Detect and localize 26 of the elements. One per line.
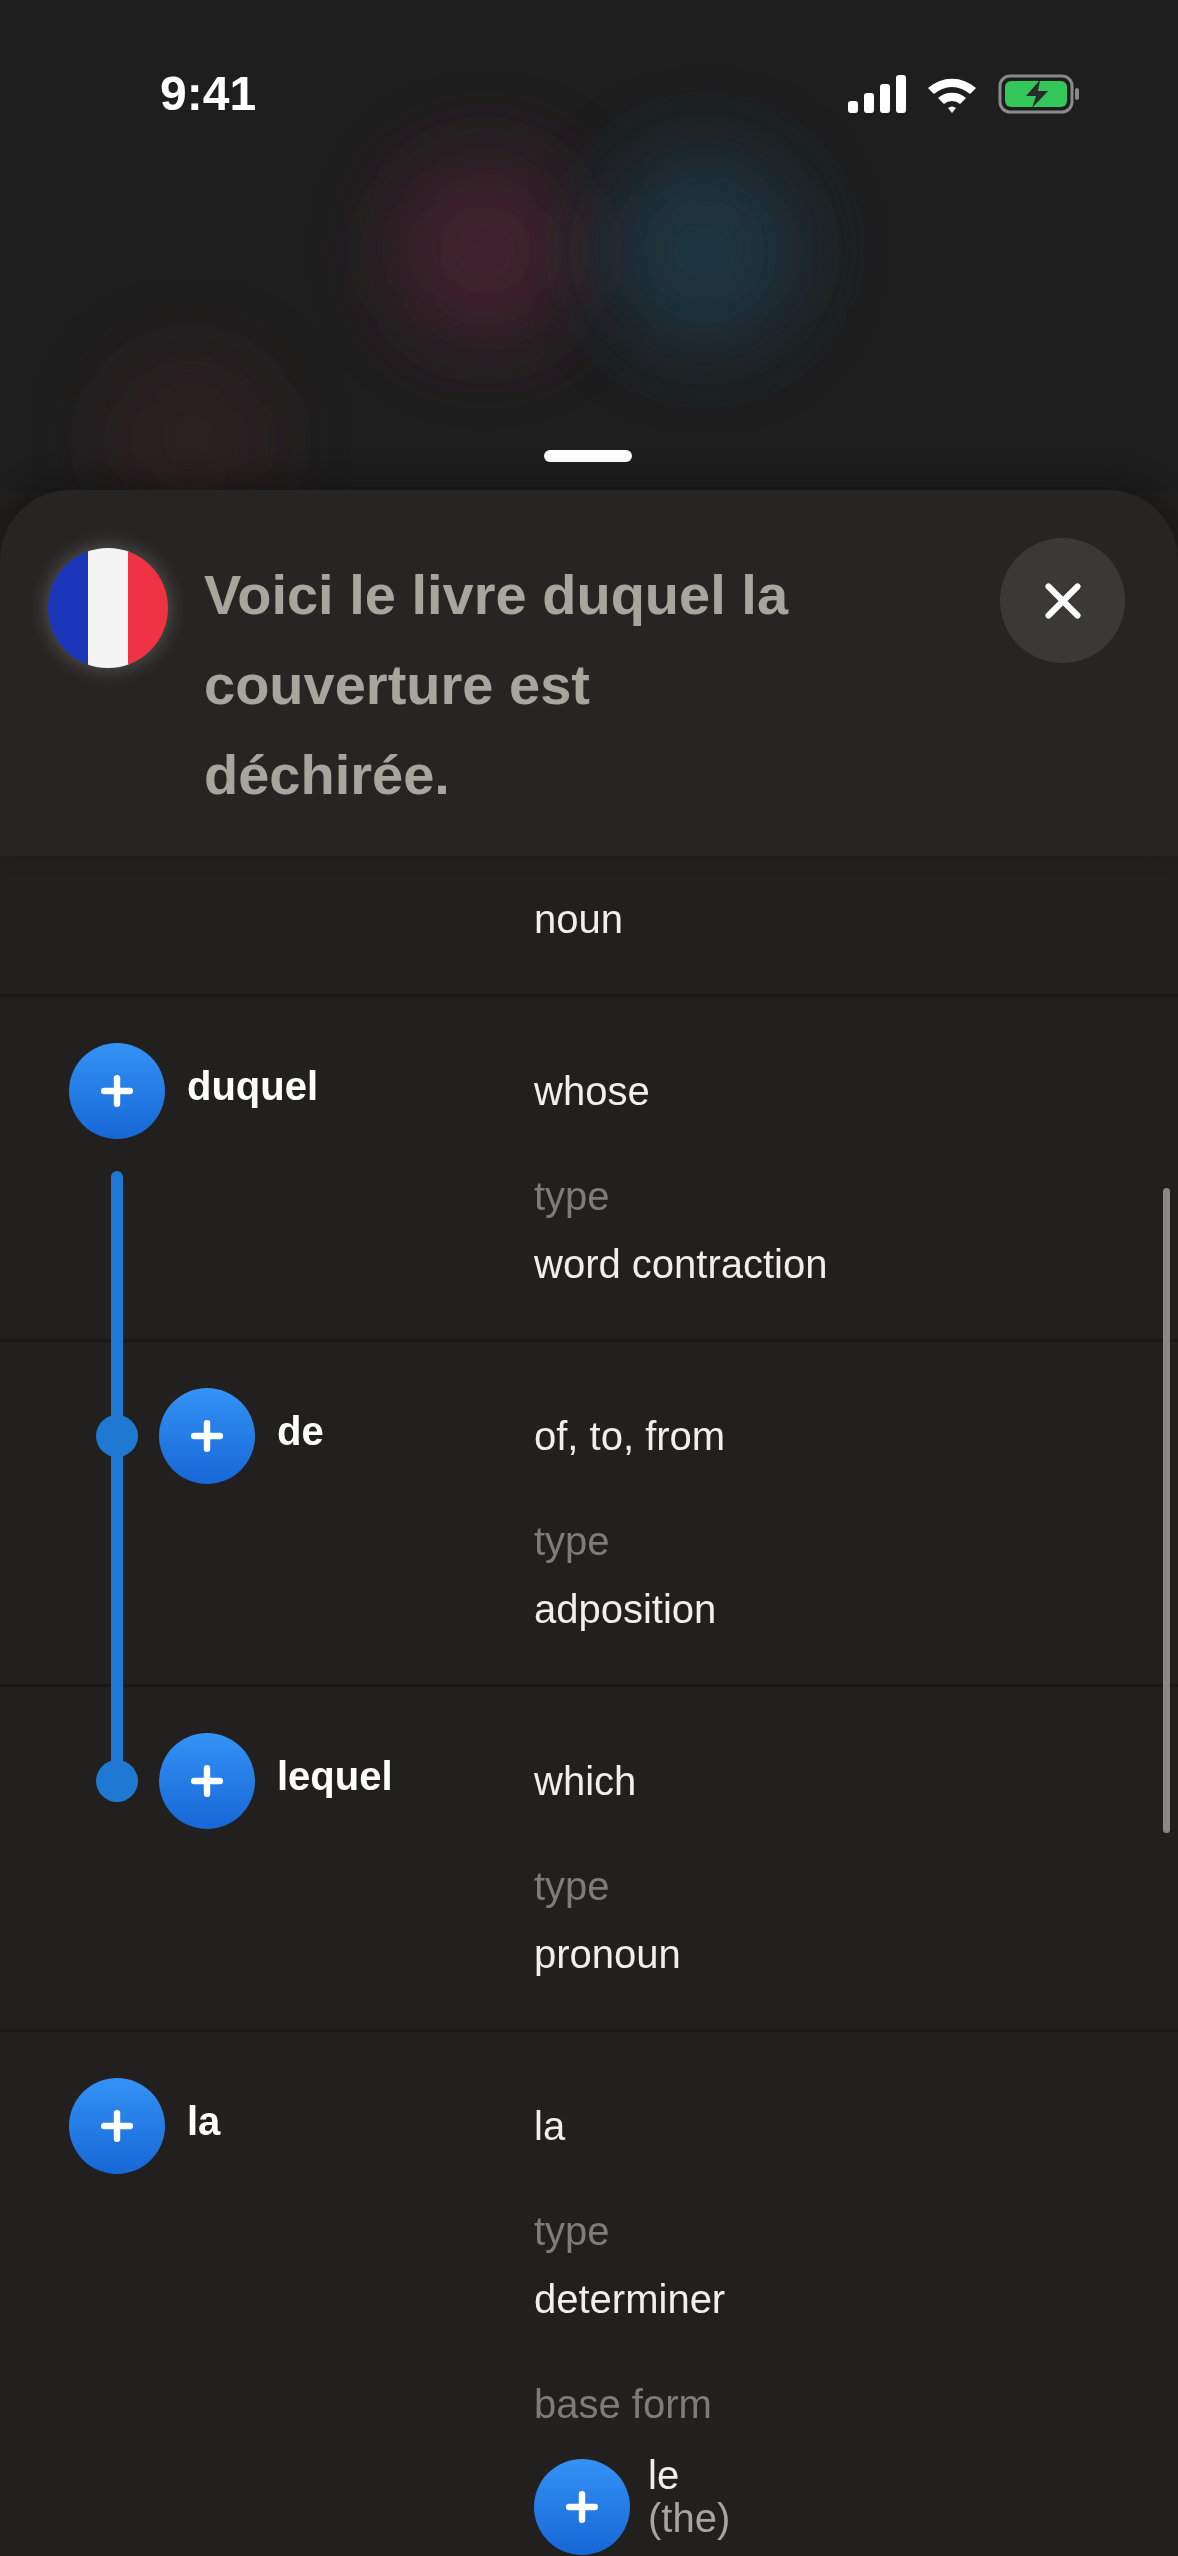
field-value: pronoun	[534, 1932, 681, 1976]
word-meaning: which	[534, 1758, 638, 1805]
sheet-handle[interactable]	[544, 450, 632, 462]
scrollbar[interactable]	[1163, 1188, 1170, 1833]
battery-charging-icon	[998, 74, 1080, 114]
field-value: word contraction	[534, 1242, 828, 1286]
word-label: la	[187, 2098, 221, 2145]
signal-icon	[848, 75, 906, 113]
word-meaning: of, to, from	[534, 1413, 726, 1460]
word-label: de	[277, 1408, 324, 1455]
field-label: type	[534, 1519, 611, 1563]
field-label: type	[534, 1174, 611, 1218]
word-label: duquel	[187, 1063, 319, 1110]
word-meaning: whose	[534, 1068, 651, 1115]
sentence-text: Voici le livre duquel la couverture est déchirée.	[204, 562, 790, 808]
field-label: type	[534, 1864, 611, 1908]
field-value: adposition	[534, 1587, 718, 1631]
field-value: noun	[534, 897, 623, 941]
field-label: base form	[534, 2382, 713, 2426]
word-label: lequel	[277, 1753, 393, 1800]
france-flag-icon	[48, 548, 168, 668]
field-label: type	[534, 2209, 611, 2253]
word-meaning: la	[534, 2103, 567, 2150]
field-value: determiner	[534, 2277, 727, 2321]
status-time: 9:41	[160, 66, 257, 122]
base-word: le	[648, 2455, 681, 2495]
